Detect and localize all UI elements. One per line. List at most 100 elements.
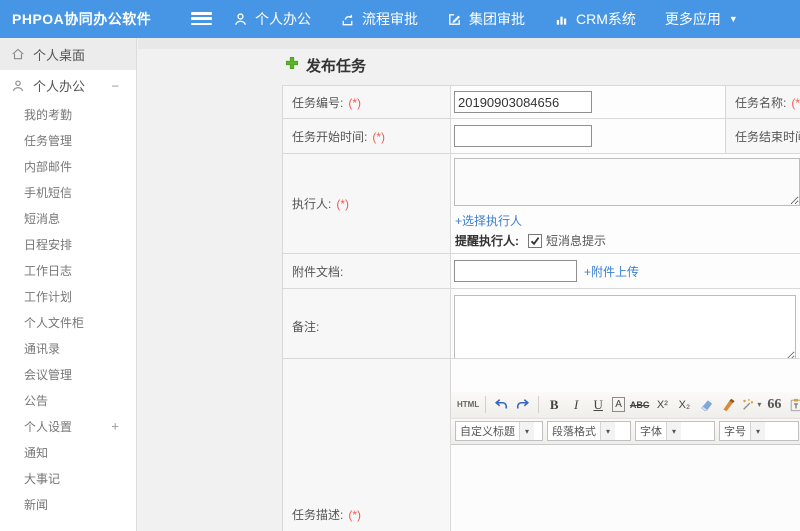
- sidebar-item-short-message[interactable]: 短消息: [0, 205, 136, 231]
- user-icon: [233, 12, 248, 27]
- editor-toolbar-row2: 自定义标题 ▾ 段落格式 ▾ 字体 ▾ 字号 ▾: [451, 418, 800, 445]
- sidebar-item-meeting-management[interactable]: 会议管理: [0, 361, 136, 387]
- nav-crm-system[interactable]: CRM系统: [554, 9, 636, 29]
- italic-button[interactable]: I: [567, 395, 585, 415]
- main-content: 发布任务 任务编号:(*) 任务名称:(*) 任务开始时间:(*) 任务结束时间…: [138, 38, 800, 531]
- paintbrush-icon[interactable]: [719, 395, 737, 415]
- start-time-label: 任务开始时间: (*): [282, 118, 451, 154]
- superscript-button[interactable]: X²: [653, 395, 671, 415]
- sidebar-item-my-attendance[interactable]: 我的考勤: [0, 101, 136, 127]
- editor-toolbar-row1: HTML B I U A ABC X² X₂ ▾ 66 T: [451, 391, 800, 419]
- content-top-strip: [138, 38, 800, 49]
- required-mark: (*): [791, 95, 800, 110]
- nav-more-apps[interactable]: 更多应用 ▼: [665, 9, 738, 29]
- undo-icon[interactable]: [492, 395, 510, 415]
- collapse-indicator[interactable]: −: [111, 78, 119, 93]
- description-table: 任务描述: (*) HTML B I U A ABC X² X₂ ▾ 66 T …: [282, 358, 800, 531]
- page-title: 发布任务: [285, 55, 366, 76]
- top-bar: PHPOA协同办公软件 个人办公 流程审批 集团审批 CRM系统 更多应用 ▼: [0, 0, 800, 38]
- nav-label: 更多应用: [664, 11, 721, 27]
- plus-icon: [285, 56, 299, 75]
- source-code-button[interactable]: HTML: [457, 395, 479, 415]
- nav-personal-office[interactable]: 个人办公: [233, 9, 311, 29]
- required-mark: (*): [348, 95, 362, 110]
- sidebar-item-personal-files[interactable]: 个人文件柜: [0, 309, 136, 335]
- rich-text-editor: HTML B I U A ABC X² X₂ ▾ 66 T 自定义标题 ▾ 段落…: [450, 358, 800, 531]
- attachment-label: 附件文档:: [282, 253, 451, 289]
- sidebar-item-work-plan[interactable]: 工作计划: [0, 283, 136, 309]
- top-nav: 个人办公 流程审批 集团审批 CRM系统 更多应用 ▼: [233, 0, 767, 38]
- task-number-label: 任务编号: (*): [282, 85, 451, 119]
- sidebar-item-notice[interactable]: 通知: [0, 439, 136, 465]
- sidebar-item-milestones[interactable]: 大事记: [0, 465, 136, 491]
- home-icon: [11, 47, 25, 61]
- caret-down-icon: ▾: [750, 422, 765, 440]
- expand-indicator[interactable]: +: [111, 419, 119, 434]
- app-logo: PHPOA协同办公软件: [12, 11, 152, 27]
- caret-down-icon: ▾: [519, 422, 534, 440]
- custom-heading-dropdown[interactable]: 自定义标题 ▾: [455, 421, 543, 441]
- user-icon: [11, 79, 25, 93]
- end-time-label: 任务结束时间:(*): [725, 118, 800, 154]
- required-mark: (*): [336, 197, 350, 211]
- editor-content-area[interactable]: [451, 444, 800, 531]
- choose-executor-link[interactable]: +选择执行人: [455, 214, 522, 228]
- sidebar-item-personal-office[interactable]: 个人办公 −: [0, 70, 136, 101]
- required-mark: (*): [348, 508, 362, 522]
- description-label: 任务描述:: [292, 508, 344, 522]
- sidebar-item-schedule[interactable]: 日程安排: [0, 231, 136, 257]
- nav-label: 流程审批: [362, 11, 418, 27]
- sidebar-item-sms[interactable]: 手机短信: [0, 179, 136, 205]
- executor-label: 执行人: (*): [282, 153, 451, 254]
- sidebar: 个人桌面 个人办公 − 我的考勤 任务管理 内部邮件 手机短信 短消息 日程安排…: [0, 38, 137, 531]
- paragraph-format-dropdown[interactable]: 段落格式 ▾: [547, 421, 631, 441]
- task-name-label: 任务名称:(*): [725, 85, 800, 119]
- sidebar-item-internal-mail[interactable]: 内部邮件: [0, 153, 136, 179]
- description-label-cell: 任务描述: (*): [282, 358, 451, 531]
- strikethrough-button[interactable]: ABC: [630, 395, 650, 415]
- executor-textarea[interactable]: [454, 158, 800, 206]
- app-window: PHPOA协同办公软件 个人办公 流程审批 集团审批 CRM系统 更多应用 ▼ …: [0, 0, 800, 531]
- font-style-button[interactable]: A: [612, 397, 625, 412]
- required-mark: (*): [372, 129, 386, 144]
- process-approval-icon: [340, 12, 355, 27]
- attachment-input[interactable]: [454, 260, 577, 282]
- hamburger-menu-icon[interactable]: [191, 12, 212, 26]
- sidebar-item-announcement[interactable]: 公告: [0, 387, 136, 413]
- remark-textarea[interactable]: [454, 295, 796, 361]
- bar-chart-icon: [554, 12, 569, 27]
- sms-remind-checkbox[interactable]: [528, 233, 542, 248]
- nav-label: 个人办公: [255, 11, 311, 27]
- magic-wand-icon[interactable]: ▾: [741, 395, 761, 415]
- svg-text:T: T: [794, 403, 799, 410]
- sidebar-item-task-management[interactable]: 任务管理: [0, 127, 136, 153]
- caret-down-icon: ▼: [728, 13, 738, 24]
- sidebar-item-personal-settings[interactable]: 个人设置 +: [0, 413, 136, 439]
- font-family-dropdown[interactable]: 字体 ▾: [635, 421, 715, 441]
- attachment-upload-link[interactable]: +附件上传: [584, 263, 639, 280]
- nav-group-approval[interactable]: 集团审批: [447, 9, 525, 29]
- task-form-table: 任务编号:(*) 任务名称:(*) 任务开始时间:(*) 任务结束时间:(*) …: [282, 85, 800, 365]
- paste-icon[interactable]: T: [787, 395, 800, 415]
- sidebar-item-work-log[interactable]: 工作日志: [0, 257, 136, 283]
- caret-down-icon: ▾: [600, 422, 615, 440]
- remark-label: 备注:: [282, 288, 451, 365]
- blockquote-button[interactable]: 66: [765, 395, 783, 415]
- start-time-input[interactable]: [454, 125, 592, 147]
- sidebar-item-personal-desktop[interactable]: 个人桌面: [0, 38, 136, 70]
- remind-executor-label: 提醒执行人:: [455, 234, 519, 248]
- redo-icon[interactable]: [514, 395, 532, 415]
- sidebar-item-news[interactable]: 新闻: [0, 491, 136, 517]
- nav-label: CRM系统: [576, 11, 636, 27]
- underline-button[interactable]: U: [589, 395, 607, 415]
- font-size-dropdown[interactable]: 字号 ▾: [719, 421, 799, 441]
- nav-process-approval[interactable]: 流程审批: [340, 9, 418, 29]
- nav-label: 集团审批: [469, 11, 525, 27]
- caret-down-icon: ▾: [666, 422, 681, 440]
- sidebar-item-contacts[interactable]: 通讯录: [0, 335, 136, 361]
- task-number-input[interactable]: [454, 91, 592, 113]
- eraser-icon[interactable]: [697, 395, 715, 415]
- bold-button[interactable]: B: [545, 395, 563, 415]
- sms-remind-option-label: 短消息提示: [546, 234, 607, 248]
- subscript-button[interactable]: X₂: [675, 395, 693, 415]
